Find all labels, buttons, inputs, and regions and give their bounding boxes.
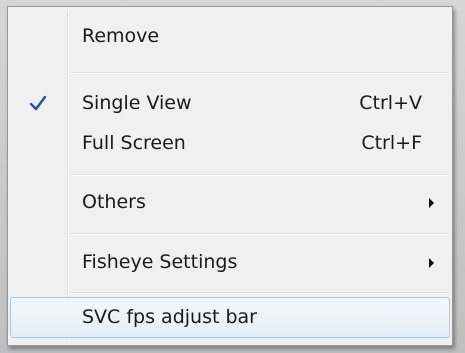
menu-item-fisheye-settings[interactable]: Fisheye Settings xyxy=(10,243,450,283)
menu-item-shortcut: Ctrl+F xyxy=(361,132,422,154)
menu-separator xyxy=(70,72,448,74)
context-menu: Remove Single View Ctrl+V Full Screen Ct… xyxy=(7,6,453,346)
menu-item-label: Single View xyxy=(82,92,192,114)
menu-item-label: Others xyxy=(82,191,146,213)
menu-separator xyxy=(70,233,448,235)
menu-item-full-screen[interactable]: Full Screen Ctrl+F xyxy=(10,124,450,164)
menu-item-label: Full Screen xyxy=(82,132,186,154)
checkmark-icon xyxy=(29,95,47,111)
menu-item-svc-fps-adjust-bar[interactable]: SVC fps adjust bar xyxy=(10,297,450,338)
menu-separator xyxy=(70,292,448,294)
menu-separator xyxy=(70,174,448,176)
desktop-background: Remove Single View Ctrl+V Full Screen Ct… xyxy=(0,0,465,353)
menu-item-label: Fisheye Settings xyxy=(82,251,238,273)
menu-item-others[interactable]: Others xyxy=(10,183,450,223)
menu-item-shortcut: Ctrl+V xyxy=(359,92,422,114)
menu-item-label: Remove xyxy=(82,25,160,47)
menu-item-single-view[interactable]: Single View Ctrl+V xyxy=(10,84,450,124)
menu-icon-gutter-divider xyxy=(67,9,69,343)
chevron-right-icon xyxy=(429,198,434,208)
chevron-right-icon xyxy=(429,258,434,268)
menu-item-label: SVC fps adjust bar xyxy=(82,306,257,328)
menu-item-remove[interactable]: Remove xyxy=(10,17,450,57)
